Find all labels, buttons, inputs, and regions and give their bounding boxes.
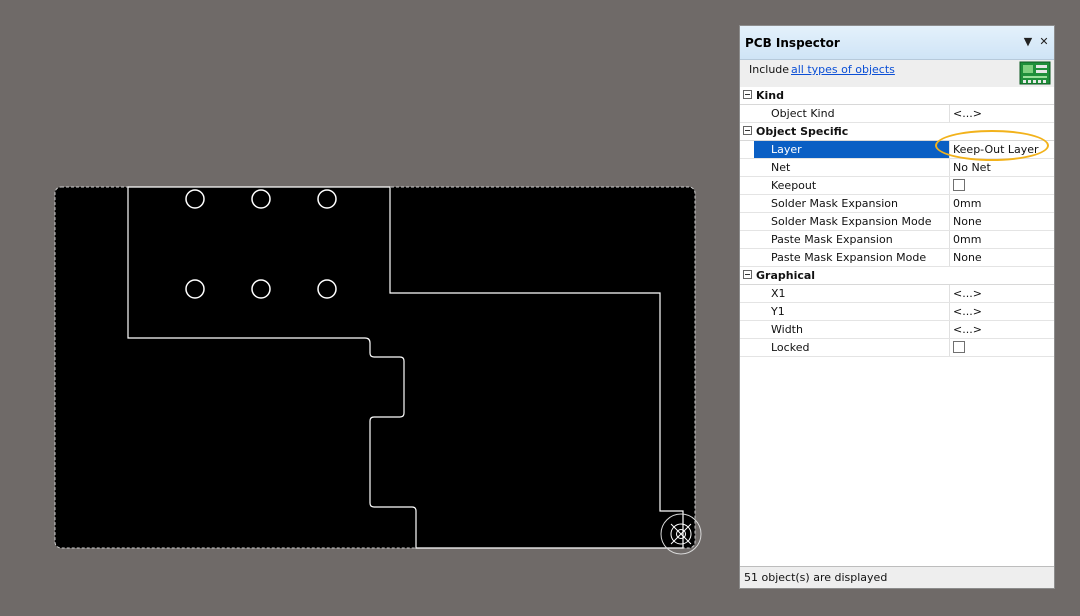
board-body[interactable] xyxy=(54,186,696,549)
property-name: Locked xyxy=(771,341,810,354)
collapse-icon[interactable] xyxy=(743,270,752,279)
pcb-inspector-panel: PCB Inspector ▼ ✕ Include all types of o… xyxy=(739,25,1055,589)
category-graphical[interactable]: Graphical xyxy=(740,267,1054,285)
property-value[interactable]: No Net xyxy=(953,160,991,175)
include-label: Include xyxy=(749,63,790,76)
panel-menu-dropdown-icon[interactable]: ▼ xyxy=(1022,35,1034,49)
layer-value[interactable]: Keep-Out Layer xyxy=(953,142,1039,157)
property-value[interactable]: None xyxy=(953,214,982,229)
pcb-board-icon xyxy=(1019,61,1051,85)
property-row-object-kind[interactable]: Object Kind <...> xyxy=(740,105,1054,123)
property-row-keepout[interactable]: Keepout xyxy=(740,177,1054,195)
panel-title: PCB Inspector xyxy=(745,36,840,50)
property-row-net[interactable]: Net No Net xyxy=(740,159,1054,177)
property-name: X1 xyxy=(771,287,786,300)
property-row-solder-mask-expansion-mode[interactable]: Solder Mask Expansion Mode None xyxy=(740,213,1054,231)
property-name: Object Kind xyxy=(771,107,835,120)
property-row-paste-mask-expansion[interactable]: Paste Mask Expansion 0mm xyxy=(740,231,1054,249)
category-object-specific[interactable]: Object Specific xyxy=(740,123,1054,141)
status-text: 51 object(s) are displayed xyxy=(744,571,888,584)
locked-checkbox[interactable] xyxy=(953,341,965,353)
collapse-icon[interactable] xyxy=(743,90,752,99)
property-name: Paste Mask Expansion Mode xyxy=(771,251,927,264)
property-name: Paste Mask Expansion xyxy=(771,233,893,246)
pcb-canvas[interactable] xyxy=(0,0,730,616)
property-value[interactable]: <...> xyxy=(953,304,982,319)
property-value[interactable]: 0mm xyxy=(953,232,981,247)
panel-title-bar[interactable]: PCB Inspector ▼ ✕ xyxy=(740,26,1054,60)
property-row-solder-mask-expansion[interactable]: Solder Mask Expansion 0mm xyxy=(740,195,1054,213)
close-icon[interactable]: ✕ xyxy=(1038,35,1050,49)
property-row-paste-mask-expansion-mode[interactable]: Paste Mask Expansion Mode None xyxy=(740,249,1054,267)
property-name: Width xyxy=(771,323,803,336)
property-value[interactable]: None xyxy=(953,250,982,265)
property-row-locked[interactable]: Locked xyxy=(740,339,1054,357)
property-name: Keepout xyxy=(771,179,817,192)
property-value[interactable]: <...> xyxy=(953,322,982,337)
property-value[interactable]: <...> xyxy=(953,106,982,121)
all-object-types-link[interactable]: all types of objects xyxy=(791,63,895,77)
property-name: Y1 xyxy=(771,305,785,318)
property-row-x1[interactable]: X1 <...> xyxy=(740,285,1054,303)
category-label: Graphical xyxy=(756,269,816,282)
property-row-width[interactable]: Width <...> xyxy=(740,321,1054,339)
property-name: Layer xyxy=(771,143,802,156)
keepout-checkbox[interactable] xyxy=(953,179,965,191)
property-value[interactable]: 0mm xyxy=(953,196,981,211)
property-value[interactable]: <...> xyxy=(953,286,982,301)
property-row-layer[interactable]: Layer Keep-Out Layer xyxy=(740,141,1054,159)
category-label: Kind xyxy=(756,89,784,102)
property-grid: Kind Object Kind <...> Object Specific L… xyxy=(740,87,1054,357)
property-name: Net xyxy=(771,161,791,174)
property-row-y1[interactable]: Y1 <...> xyxy=(740,303,1054,321)
property-name: Solder Mask Expansion xyxy=(771,197,899,210)
category-label: Object Specific xyxy=(756,125,849,138)
category-kind[interactable]: Kind xyxy=(740,87,1054,105)
collapse-icon[interactable] xyxy=(743,126,752,135)
status-bar: 51 object(s) are displayed xyxy=(740,566,1054,588)
property-name: Solder Mask Expansion Mode xyxy=(771,215,932,228)
